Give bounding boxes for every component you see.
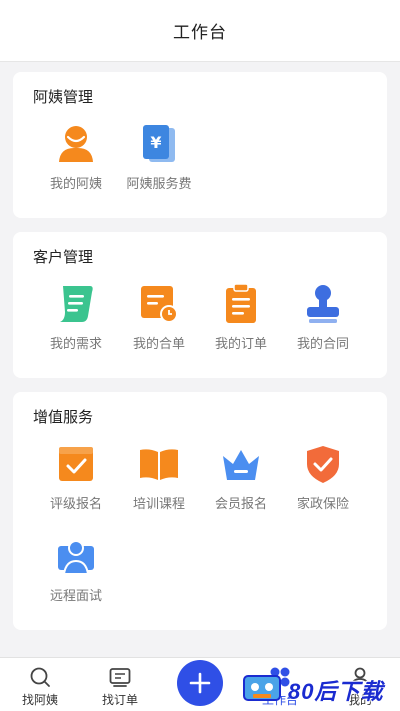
shield-check-icon: [307, 446, 339, 483]
my-nanny-item[interactable]: 我的阿姨: [35, 122, 117, 192]
my-order-item[interactable]: 我的订单: [200, 282, 282, 352]
nanny-service-fee-item[interactable]: ¥ 阿姨服务费: [118, 122, 200, 192]
item-label: 我的合单: [132, 336, 185, 351]
training-course-item[interactable]: 培训课程: [118, 442, 200, 512]
section-title: 阿姨管理: [33, 89, 94, 106]
tab-find-order[interactable]: 找订单: [80, 658, 160, 711]
item-label: 培训课程: [132, 496, 185, 511]
svg-text:¥: ¥: [150, 133, 161, 152]
section-nanny-management: 阿姨管理 我的阿姨 ¥ 阿姨服务费: [13, 72, 387, 218]
item-label: 我的阿姨: [49, 176, 102, 191]
crown-icon: [223, 450, 259, 480]
remote-interview-item[interactable]: 远程面试: [35, 534, 117, 604]
my-contract-item[interactable]: 我的合同: [282, 282, 364, 352]
item-label: 家政保险: [296, 496, 349, 511]
search-icon: [30, 667, 50, 687]
member-signup-item[interactable]: 会员报名: [200, 442, 282, 512]
tab-find-nanny[interactable]: 找阿姨: [0, 658, 80, 711]
open-book-icon: [140, 449, 178, 480]
scroll-note-icon: [60, 286, 93, 322]
item-label: 我的合同: [296, 336, 349, 351]
plus-icon: [189, 672, 211, 694]
item-label: 评级报名: [49, 496, 102, 511]
item-label: 我的订单: [214, 336, 267, 351]
item-label: 会员报名: [214, 496, 267, 511]
video-interview-icon: [58, 540, 94, 575]
message-box-icon: [109, 668, 131, 687]
clipboard-icon: [226, 283, 256, 323]
add-button[interactable]: [177, 660, 223, 706]
calendar-clock-icon: [141, 286, 178, 323]
watermark-text: 80后下载: [288, 679, 384, 704]
yuan-fee-icon: ¥: [143, 125, 175, 162]
tab-label: 找阿姨: [21, 693, 58, 707]
item-label: 阿姨服务费: [126, 176, 192, 191]
my-demand-item[interactable]: 我的需求: [35, 282, 117, 352]
section-customer-management: 客户管理 我的需求 我的合单 我的订单 我的合同: [13, 232, 387, 378]
nanny-avatar-icon: [59, 126, 93, 162]
item-label: 我的需求: [49, 336, 102, 351]
rating-signup-item[interactable]: 评级报名: [35, 442, 117, 512]
watermark: 80后下载: [238, 668, 398, 708]
item-label: 远程面试: [49, 588, 102, 603]
tab-label: 找订单: [101, 693, 138, 707]
section-title: 增值服务: [33, 409, 94, 426]
section-title: 客户管理: [33, 249, 94, 266]
stamp-icon: [307, 285, 339, 323]
housekeeping-insurance-item[interactable]: 家政保险: [282, 442, 364, 512]
cassette-logo-icon: [243, 675, 281, 701]
section-value-added-services: 增值服务 评级报名 培训课程 会员报名 家政保险 远程面试: [13, 392, 387, 630]
my-combined-order-item[interactable]: 我的合单: [118, 282, 200, 352]
page-title: 工作台: [173, 23, 227, 42]
top-bar: 工作台: [0, 0, 400, 62]
check-calendar-icon: [59, 447, 93, 481]
